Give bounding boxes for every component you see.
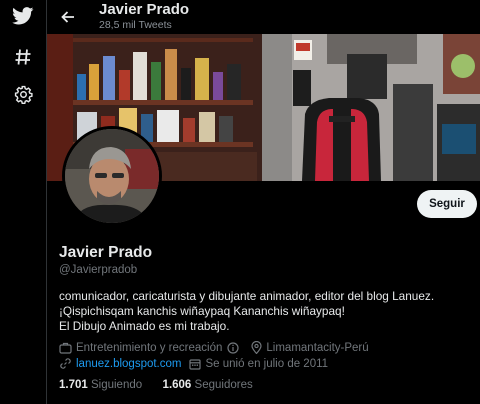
briefcase-icon <box>59 342 72 354</box>
hashtag-icon[interactable] <box>0 46 46 68</box>
bio-line: El Dibujo Animado es mi trabajo. <box>59 319 230 333</box>
link-icon <box>59 357 72 370</box>
header-tweet-count: 28,5 mil Tweets <box>99 19 172 31</box>
follow-button[interactable]: Seguir <box>417 190 477 218</box>
sidebar-nav <box>0 0 46 404</box>
followers-link[interactable]: 1.606 Seguidores <box>163 379 253 391</box>
following-count: 1.701 <box>59 379 88 391</box>
profile-name: Javier Prado <box>59 244 153 261</box>
bio-line: ¡Qispichisqam kanchis wiñaypaq Kananchis… <box>59 304 345 318</box>
followers-label: Seguidores <box>194 379 253 391</box>
settings-gear-icon[interactable] <box>0 83 46 105</box>
profile-column: Javier Prado 28,5 mil Tweets Seguir Javi… <box>46 0 480 404</box>
profile-location: Limamantacity-Perú <box>266 341 369 354</box>
following-link[interactable]: 1.701 Siguiendo <box>59 379 142 391</box>
location-pin-icon <box>251 341 262 354</box>
bio-line: comunicador, caricaturista y dibujante a… <box>59 289 435 303</box>
info-icon[interactable] <box>227 341 239 354</box>
following-label: Siguiendo <box>90 379 143 391</box>
profile-handle: @Javierpradob <box>59 264 138 276</box>
follow-stats: 1.701 Siguiendo 1.606 Seguidores <box>59 379 253 391</box>
profile-avatar[interactable] <box>62 126 162 226</box>
profile-meta-row-2: lanuez.blogspot.com Se unió en julio de … <box>59 357 328 370</box>
profile-joined-date: Se unió en julio de 2011 <box>205 357 329 370</box>
back-arrow-icon[interactable] <box>57 6 79 28</box>
profile-header-bar: Javier Prado 28,5 mil Tweets <box>47 0 480 34</box>
header-profile-name: Javier Prado <box>99 1 190 18</box>
calendar-icon <box>189 358 202 370</box>
profile-category: Entretenimiento y recreación <box>76 341 223 354</box>
profile-meta-row-1: Entretenimiento y recreación Limamantaci… <box>59 341 369 354</box>
followers-count: 1.606 <box>162 379 192 391</box>
profile-bio: comunicador, caricaturista y dibujante a… <box>59 289 471 334</box>
profile-website-link[interactable]: lanuez.blogspot.com <box>76 358 181 370</box>
twitter-bird-icon[interactable] <box>0 5 46 27</box>
